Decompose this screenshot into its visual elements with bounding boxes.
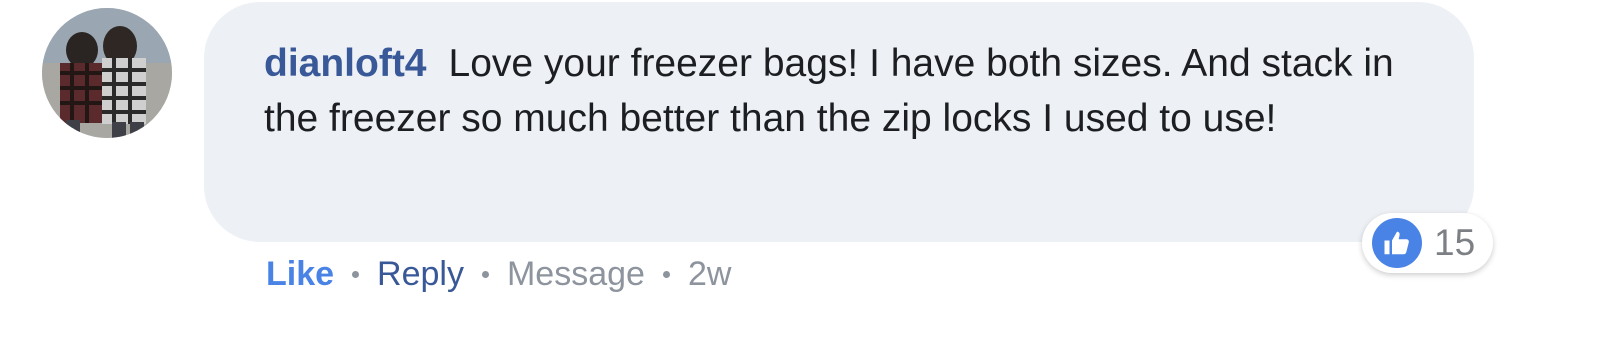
comment-text: dianloft4 Love your freezer bags! I have … xyxy=(264,36,1414,146)
comment-actions: Like Reply Message 2w xyxy=(266,250,731,298)
comment-body: Love your freezer bags! I have both size… xyxy=(264,42,1394,140)
separator-dot xyxy=(352,270,360,278)
reaction-count: 15 xyxy=(1434,222,1476,263)
comment-timestamp[interactable]: 2w xyxy=(688,250,731,298)
avatar[interactable] xyxy=(42,8,172,138)
separator-dot xyxy=(481,270,489,278)
avatar-photo xyxy=(42,8,172,138)
like-button[interactable]: Like xyxy=(266,250,334,298)
message-button[interactable]: Message xyxy=(507,250,645,298)
comment-bubble: dianloft4 Love your freezer bags! I have … xyxy=(204,2,1474,242)
thumbs-up-icon xyxy=(1372,218,1422,268)
comment-author[interactable]: dianloft4 xyxy=(264,42,427,85)
separator-dot xyxy=(662,270,670,278)
reaction-summary[interactable]: 15 xyxy=(1362,213,1494,273)
reply-button[interactable]: Reply xyxy=(377,250,464,298)
